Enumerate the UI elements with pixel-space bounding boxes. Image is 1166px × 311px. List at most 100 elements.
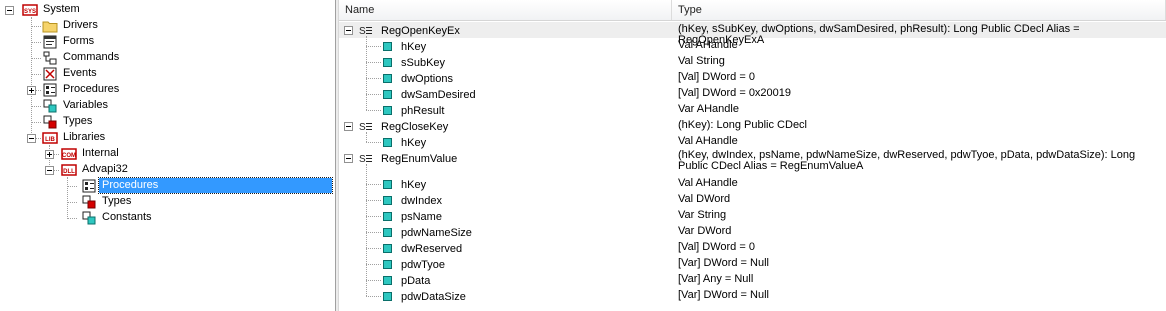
column-header-name[interactable]: Name	[339, 0, 672, 20]
constants-icon	[82, 211, 96, 225]
dll-library-icon: DLL	[61, 164, 77, 176]
tree-item-label: Forms	[63, 35, 95, 47]
parameter-name: dwSamDesired	[401, 89, 476, 101]
commands-icon	[43, 51, 57, 65]
parameter-icon	[383, 244, 392, 253]
tree-connector	[366, 216, 381, 217]
parameter-name: pdwTyoe	[401, 259, 446, 271]
tree-item-commands[interactable]: Commands	[0, 50, 335, 66]
tree-item-variables[interactable]: Variables	[0, 98, 335, 114]
parameter-type: Var String	[678, 209, 727, 221]
svg-text:DLL: DLL	[63, 169, 75, 175]
tree-connector	[366, 248, 381, 249]
libraries-icon: LIB	[42, 132, 58, 144]
procedures-icon	[43, 83, 57, 97]
tree-connector	[366, 142, 381, 143]
parameter-row[interactable]: hKey Val AHandle	[339, 134, 1166, 150]
parameter-row[interactable]: pdwDataSize [Var] DWord = Null	[339, 288, 1166, 304]
parameter-icon	[383, 212, 392, 221]
tree-item-label: Internal	[82, 147, 119, 159]
parameter-row[interactable]: dwReserved [Val] DWord = 0	[339, 240, 1166, 256]
tree-connector	[366, 36, 367, 110]
tree-item-label: Types	[63, 115, 93, 127]
parameter-icon	[383, 180, 392, 189]
parameter-row[interactable]: pdwNameSize Var DWord	[339, 224, 1166, 240]
parameter-row[interactable]: phResult Var AHandle	[339, 102, 1166, 118]
parameter-name: pdwNameSize	[401, 227, 472, 239]
types-icon	[43, 115, 57, 129]
tree-connector	[366, 46, 381, 47]
tree-connector	[366, 110, 381, 111]
function-row[interactable]: S RegOpenKeyEx (hKey, sSubKey, dwOptions, …	[339, 22, 1166, 46]
parameter-row[interactable]: sSubKey Val String	[339, 54, 1166, 70]
types-icon	[82, 195, 96, 209]
tree-connector	[366, 62, 381, 63]
tree-connector	[366, 280, 381, 281]
tree-item-procedures[interactable]: Procedures	[0, 82, 335, 98]
function-name: RegCloseKey	[381, 121, 449, 133]
function-row[interactable]: S RegCloseKey (hKey): Long Public CDecl	[339, 118, 1166, 134]
parameter-name: dwOptions	[401, 73, 453, 85]
parameter-row[interactable]: hKey Val AHandle	[339, 176, 1166, 192]
tree-connector	[366, 200, 381, 201]
tree-connector	[366, 296, 381, 297]
parameter-row[interactable]: dwIndex Val DWord	[339, 192, 1166, 208]
parameter-name: pdwDataSize	[401, 291, 466, 303]
tree-item-forms[interactable]: Forms	[0, 34, 335, 50]
tree-item-label: Types	[102, 195, 132, 207]
collapse-toggle[interactable]	[344, 26, 353, 35]
tree-item-label: Variables	[63, 99, 109, 111]
tree-item-advapi32[interactable]: DLL Advapi32	[0, 162, 335, 178]
parameter-icon	[383, 106, 392, 115]
tree-view[interactable]: SYS System Drivers Forms Commands Events…	[0, 0, 335, 311]
parameter-type: Val AHandle	[678, 177, 738, 189]
variables-icon	[43, 99, 57, 113]
tree-item-label: Drivers	[63, 19, 98, 31]
parameter-icon	[383, 196, 392, 205]
parameter-icon	[383, 276, 392, 285]
parameter-type: Var DWord	[678, 225, 732, 237]
tree-connector	[366, 232, 381, 233]
parameter-type: Val DWord	[678, 193, 731, 205]
parameter-row[interactable]: pdwTyoe [Var] DWord = Null	[339, 256, 1166, 272]
parameter-type: Var AHandle	[678, 103, 739, 115]
tree-item-libraries[interactable]: LIB Libraries	[0, 130, 335, 146]
tree-item-advapi32-constants[interactable]: Constants	[0, 210, 335, 226]
function-signature: (hKey): Long Public CDecl	[678, 119, 808, 131]
tree-item-internal[interactable]: COM Internal	[0, 146, 335, 162]
function-name: RegOpenKeyEx	[381, 25, 460, 37]
parameter-icon	[383, 292, 392, 301]
parameter-type: [Val] DWord = 0	[678, 71, 755, 83]
svg-text:S: S	[359, 26, 366, 36]
parameter-row[interactable]: dwOptions [Val] DWord = 0	[339, 70, 1166, 86]
tree-item-system[interactable]: SYS System	[0, 2, 335, 18]
column-header-type[interactable]: Type	[672, 0, 1166, 20]
tree-connector	[366, 184, 381, 185]
parameter-row[interactable]: hKey Val AHandle	[339, 38, 1166, 54]
function-row[interactable]: S RegEnumValue (hKey, dwIndex, psName, pdw…	[339, 150, 1166, 176]
parameter-row[interactable]: psName Var String	[339, 208, 1166, 224]
collapse-toggle[interactable]	[344, 122, 353, 131]
tree-item-types[interactable]: Types	[0, 114, 335, 130]
tree-connector	[366, 94, 381, 95]
parameter-icon	[383, 90, 392, 99]
parameter-name: psName	[401, 211, 442, 223]
parameter-row[interactable]: dwSamDesired [Val] DWord = 0x20019	[339, 86, 1166, 102]
tree-item-advapi32-procedures[interactable]: Procedures	[0, 177, 335, 194]
declarations-grid[interactable]: Name Type S RegOpenKeyEx (hKey, sSubKey, d…	[339, 0, 1166, 311]
procedures-icon	[82, 179, 96, 193]
svg-text:S: S	[359, 154, 366, 164]
parameter-name: hKey	[401, 179, 427, 191]
form-icon	[43, 35, 57, 49]
tree-item-events[interactable]: Events	[0, 66, 335, 82]
parameter-row[interactable]: pData [Var] Any = Null	[339, 272, 1166, 288]
parameter-icon	[383, 138, 392, 147]
function-name: RegEnumValue	[381, 153, 458, 165]
tree-connector	[366, 264, 381, 265]
collapse-toggle[interactable]	[344, 154, 353, 163]
parameter-name: hKey	[401, 137, 427, 149]
events-icon	[43, 67, 57, 81]
tree-item-drivers[interactable]: Drivers	[0, 18, 335, 34]
parameter-icon	[383, 74, 392, 83]
tree-item-advapi32-types[interactable]: Types	[0, 194, 335, 210]
